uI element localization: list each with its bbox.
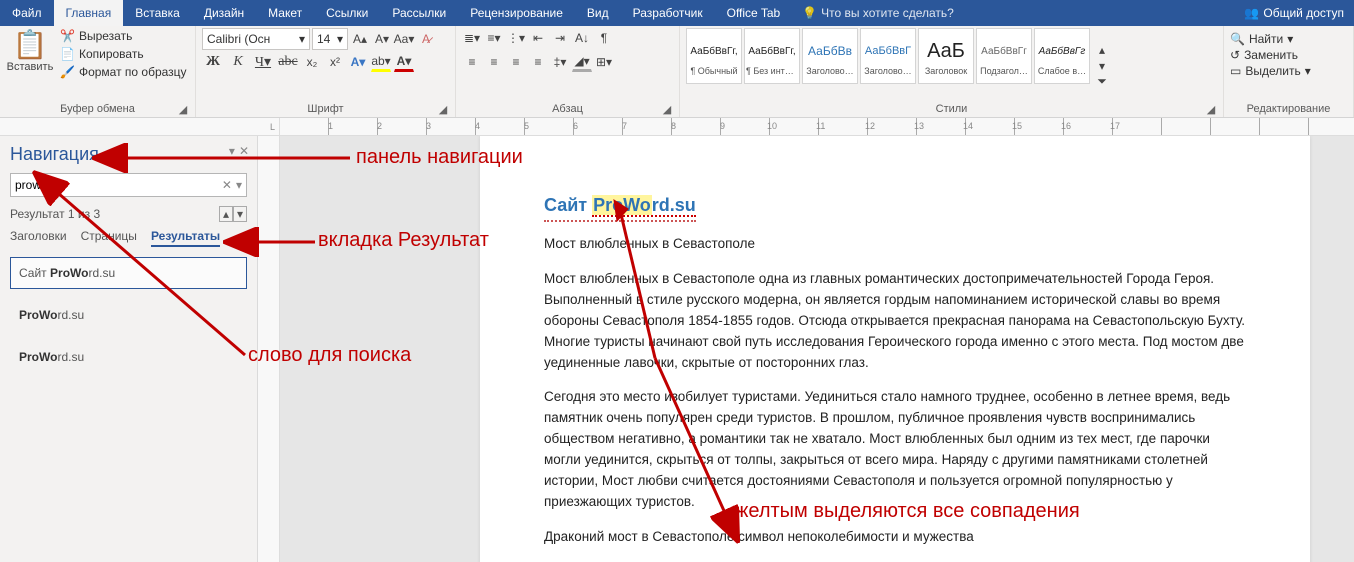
annotation-search-word: слово для поиска xyxy=(248,344,411,367)
annotation-yellow-highlight: желтым выделяются все совпадения xyxy=(735,500,1080,523)
annotation-results-tab: вкладка Результат xyxy=(318,229,489,252)
annotation-nav-panel: панель навигации xyxy=(356,146,523,169)
